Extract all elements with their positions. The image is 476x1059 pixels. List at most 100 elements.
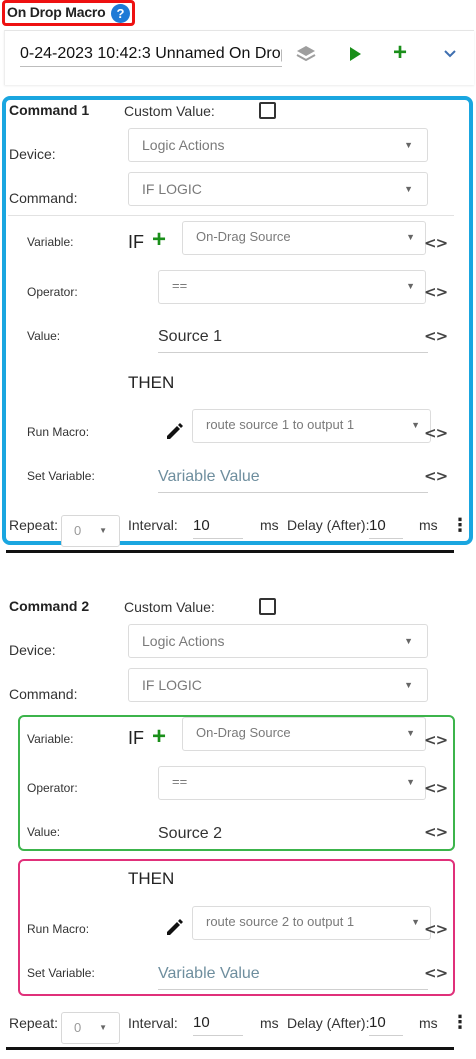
run-macro-label: Run Macro: — [27, 425, 90, 439]
delay-unit: ms — [419, 517, 438, 533]
device-label: Device: — [9, 642, 56, 658]
code-icon[interactable]: <> — [424, 234, 448, 252]
command-separator — [6, 1047, 454, 1050]
repeat-select[interactable]: 0 ▼ — [61, 515, 120, 547]
divider — [8, 215, 454, 216]
device-select[interactable]: Logic Actions ▼ — [128, 624, 428, 658]
pencil-icon[interactable] — [164, 421, 186, 441]
if-keyword: IF — [128, 728, 144, 748]
operator-label: Operator: — [27, 781, 78, 795]
then-keyword: THEN — [128, 373, 175, 392]
add-command-icon[interactable]: + — [393, 41, 407, 65]
chevron-down-icon[interactable] — [443, 48, 457, 60]
variable-label: Variable: — [27, 732, 74, 746]
repeat-select[interactable]: 0 ▼ — [61, 1012, 120, 1044]
more-options-icon[interactable]: ⋮ — [451, 1013, 469, 1031]
variable-select-value: On-Drag Source — [196, 725, 291, 740]
code-icon[interactable]: <> — [424, 964, 448, 982]
caret-down-icon: ▼ — [404, 636, 413, 646]
code-icon[interactable]: <> — [424, 823, 448, 841]
variable-select[interactable]: On-Drag Source ▼ — [182, 221, 426, 255]
repeat-select-value: 0 — [74, 523, 82, 538]
interval-input[interactable]: 10 — [193, 1014, 243, 1036]
value-label: Value: — [27, 329, 61, 343]
command-title: Command 2 — [9, 598, 90, 614]
command-separator — [6, 550, 454, 553]
run-macro-select-value: route source 1 to output 1 — [206, 417, 355, 432]
caret-down-icon: ▼ — [406, 232, 415, 242]
device-select-value: Logic Actions — [142, 137, 225, 153]
device-label: Device: — [9, 146, 56, 162]
more-options-icon[interactable]: ⋮ — [451, 516, 469, 534]
macro-name-input[interactable]: 0-24-2023 10:42:3 Unnamed On Drop — [20, 45, 282, 67]
run-macro-select[interactable]: route source 2 to output 1 ▼ — [192, 906, 431, 940]
set-variable-input[interactable]: Variable Value — [158, 468, 428, 493]
value-input[interactable]: Source 1 — [158, 328, 428, 353]
repeat-label: Repeat: — [9, 517, 59, 533]
command-select-value: IF LOGIC — [142, 677, 202, 693]
set-variable-label: Set Variable: — [27, 469, 95, 483]
play-icon[interactable] — [347, 46, 363, 62]
device-select[interactable]: Logic Actions ▼ — [128, 128, 428, 162]
custom-value-checkbox[interactable] — [259, 102, 276, 119]
operator-label: Operator: — [27, 285, 78, 299]
caret-down-icon: ▼ — [406, 777, 415, 787]
command-select-value: IF LOGIC — [142, 181, 202, 197]
code-icon[interactable]: <> — [424, 731, 448, 749]
code-icon[interactable]: <> — [424, 779, 448, 797]
caret-down-icon: ▼ — [411, 917, 420, 927]
run-macro-select[interactable]: route source 1 to output 1 ▼ — [192, 409, 431, 443]
operator-select[interactable]: == ▼ — [158, 270, 426, 304]
command-select[interactable]: IF LOGIC ▼ — [128, 668, 428, 702]
add-condition-icon[interactable]: + — [152, 725, 166, 749]
custom-value-checkbox[interactable] — [259, 598, 276, 615]
command-title: Command 1 — [9, 102, 90, 118]
interval-label: Interval: — [128, 1015, 178, 1031]
device-select-value: Logic Actions — [142, 633, 225, 649]
if-keyword: IF — [128, 232, 144, 252]
caret-down-icon: ▼ — [406, 281, 415, 291]
caret-down-icon: ▼ — [404, 680, 413, 690]
caret-down-icon: ▼ — [411, 420, 420, 430]
value-input[interactable]: Source 2 — [158, 825, 428, 850]
code-icon[interactable]: <> — [424, 467, 448, 485]
command-label: Command: — [9, 190, 78, 206]
code-icon[interactable]: <> — [424, 327, 448, 345]
run-macro-select-value: route source 2 to output 1 — [206, 914, 355, 929]
code-icon[interactable]: <> — [424, 283, 448, 301]
interval-label: Interval: — [128, 517, 178, 533]
then-keyword: THEN — [128, 869, 175, 888]
delay-label: Delay (After): — [287, 1015, 370, 1031]
delay-input[interactable]: 10 — [369, 1014, 403, 1036]
operator-select[interactable]: == ▼ — [158, 766, 426, 800]
interval-unit: ms — [260, 517, 279, 533]
delay-label: Delay (After): — [287, 517, 370, 533]
operator-select-value: == — [172, 774, 188, 789]
delay-input[interactable]: 10 — [369, 517, 403, 539]
add-condition-icon[interactable]: + — [152, 228, 166, 252]
delay-unit: ms — [419, 1015, 438, 1031]
caret-down-icon: ▼ — [404, 140, 413, 150]
custom-value-label: Custom Value: — [124, 103, 215, 119]
layers-icon[interactable] — [296, 44, 316, 64]
command-select[interactable]: IF LOGIC ▼ — [128, 172, 428, 206]
variable-select-value: On-Drag Source — [196, 229, 291, 244]
help-icon[interactable]: ? — [111, 4, 130, 23]
value-label: Value: — [27, 825, 61, 839]
run-macro-label: Run Macro: — [27, 922, 90, 936]
caret-down-icon: ▼ — [406, 728, 415, 738]
custom-value-label: Custom Value: — [124, 599, 215, 615]
code-icon[interactable]: <> — [424, 424, 448, 442]
variable-label: Variable: — [27, 235, 74, 249]
set-variable-input[interactable]: Variable Value — [158, 965, 428, 990]
caret-down-icon: ▼ — [99, 526, 107, 535]
set-variable-label: Set Variable: — [27, 966, 95, 980]
page-title: On Drop Macro — [7, 4, 106, 20]
code-icon[interactable]: <> — [424, 920, 448, 938]
pencil-icon[interactable] — [164, 917, 186, 937]
interval-input[interactable]: 10 — [193, 517, 243, 539]
variable-select[interactable]: On-Drag Source ▼ — [182, 717, 426, 751]
caret-down-icon: ▼ — [404, 184, 413, 194]
operator-select-value: == — [172, 278, 188, 293]
repeat-label: Repeat: — [9, 1015, 59, 1031]
